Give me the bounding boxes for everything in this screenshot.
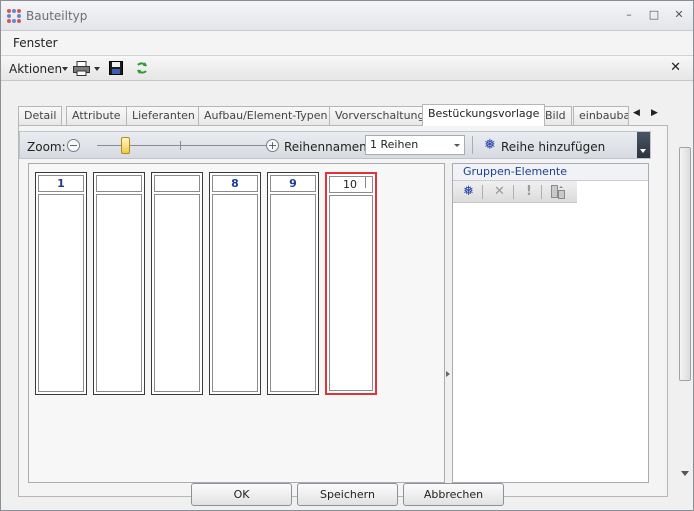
row-column[interactable] [93, 172, 145, 395]
tab-bestueckungsvorlage[interactable]: Bestückungsvorlage [422, 104, 546, 126]
zoom-out-icon[interactable]: − [67, 139, 80, 152]
close-document-icon[interactable]: ✕ [670, 60, 681, 75]
scroll-down-icon[interactable] [681, 471, 689, 476]
tab-attribute[interactable]: Attribute [66, 106, 127, 125]
aktionen-menu[interactable]: Aktionen [9, 62, 62, 76]
ok-button[interactable]: OK [191, 483, 292, 506]
refresh-icon[interactable] [135, 61, 149, 75]
exclamation-icon[interactable]: ! [526, 184, 532, 199]
save-icon[interactable] [109, 61, 123, 75]
overflow-menu-icon[interactable] [637, 132, 650, 158]
zoom-in-icon[interactable]: + [266, 139, 279, 152]
gruppen-toolbar: ❅ ✕ ! [453, 181, 577, 203]
chevron-down-icon [454, 144, 460, 147]
tab-aufbau-element-typen[interactable]: Aufbau/Element-Typen [198, 106, 334, 125]
snowflake-add-icon[interactable]: ❅ [484, 137, 496, 153]
speichern-button[interactable]: Speichern [297, 483, 398, 506]
toolbar: Aktionen ✕ [1, 55, 693, 81]
tab-vorverschaltung[interactable]: Vorverschaltung [329, 106, 431, 125]
window: Bauteiltyp – □ ✕ Fenster Aktionen ✕ Deta… [0, 0, 694, 511]
reihe-hinzufuegen-button[interactable]: Reihe hinzufügen [501, 140, 605, 154]
tab-einbaubar[interactable]: einbaubar [573, 106, 629, 125]
row-column-body[interactable] [329, 195, 373, 391]
row-column[interactable] [151, 172, 203, 395]
row-column[interactable]: 9 [267, 172, 319, 395]
rows-canvas[interactable]: 1 8 9 10 [28, 163, 445, 483]
chevron-down-icon [94, 67, 100, 71]
gruppen-elemente-title: Gruppen-Elemente [453, 164, 648, 181]
tab-lieferanten[interactable]: Lieferanten [126, 106, 201, 125]
minimize-icon[interactable]: – [621, 7, 637, 23]
row-column-editing[interactable]: 10 [325, 172, 377, 395]
main-panel: Detail Attribute Lieferanten Aufbau/Elem… [7, 85, 693, 510]
zoom-label: Zoom: [27, 140, 66, 154]
abbrechen-button[interactable]: Abbrechen [403, 483, 504, 506]
menu-bar: Fenster [1, 31, 693, 55]
row-column-header[interactable]: 1 [38, 175, 84, 192]
row-column-header[interactable]: 9 [270, 175, 316, 192]
app-icon [6, 8, 22, 24]
maximize-icon[interactable]: □ [646, 7, 662, 23]
tab-scroll-right-icon[interactable]: ▶ [651, 108, 658, 118]
add-icon[interactable]: ❅ [463, 184, 474, 199]
row-column-body[interactable] [212, 194, 258, 392]
toolbar-separator [472, 136, 473, 154]
row-column-body[interactable] [38, 194, 84, 392]
row-column-body[interactable] [270, 194, 316, 392]
row-column-header-input[interactable]: 10 [329, 176, 373, 193]
vertical-scrollbar[interactable] [677, 147, 693, 480]
reihennamen-value: 1 Reihen [370, 138, 419, 151]
row-column-header[interactable] [154, 175, 200, 192]
reihennamen-label: Reihennamen: [284, 140, 371, 154]
toolbar-separator [513, 185, 514, 199]
tab-detail[interactable]: Detail [18, 106, 63, 125]
close-icon[interactable]: ✕ [671, 7, 687, 23]
row-column[interactable]: 8 [209, 172, 261, 395]
zoom-slider-tick [180, 141, 181, 150]
menu-fenster[interactable]: Fenster [13, 36, 58, 50]
window-title: Bauteiltyp [26, 9, 88, 23]
title-bar: Bauteiltyp – □ ✕ [1, 1, 693, 31]
move-icon[interactable] [551, 185, 565, 199]
gruppen-elemente-panel: Gruppen-Elemente ❅ ✕ ! [452, 163, 649, 483]
delete-icon[interactable]: ✕ [494, 184, 505, 199]
scrollbar-thumb[interactable] [679, 147, 691, 381]
toolbar-separator [541, 185, 542, 199]
splitter-arrow-icon[interactable] [446, 371, 450, 377]
zoom-slider-thumb[interactable] [121, 137, 130, 154]
toolbar-separator [482, 185, 483, 199]
tab-scroll-left-icon[interactable]: ◀ [633, 108, 640, 118]
row-column-body[interactable] [96, 194, 142, 392]
splitter[interactable] [445, 163, 452, 483]
zoom-toolbar: Zoom: − + Reihennamen: 1 Reihen ❅ Reihe … [19, 131, 651, 159]
reihennamen-select[interactable]: 1 Reihen [365, 135, 465, 155]
row-column-header[interactable]: 8 [212, 175, 258, 192]
row-column[interactable]: 1 [35, 172, 87, 395]
chevron-down-icon [62, 67, 68, 71]
printer-icon[interactable] [73, 61, 90, 76]
row-column-body[interactable] [154, 194, 200, 392]
row-column-header[interactable] [96, 175, 142, 192]
text-cursor [365, 177, 366, 188]
